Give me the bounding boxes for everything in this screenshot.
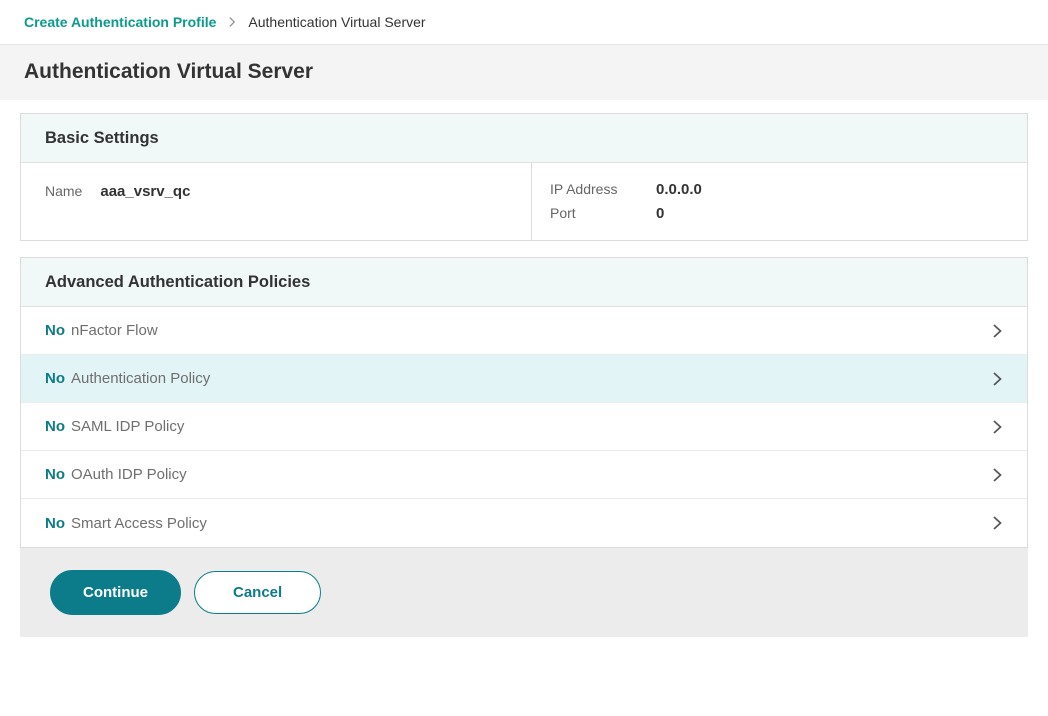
policy-row-nfactor-flow[interactable]: No nFactor Flow [21, 307, 1027, 355]
chevron-right-icon [226, 16, 238, 28]
advanced-policies-header: Advanced Authentication Policies [21, 258, 1027, 307]
ip-address-value: 0.0.0.0 [656, 181, 1009, 198]
basic-settings-body: Name aaa_vsrv_qc IP Address 0.0.0.0 Port… [21, 163, 1027, 240]
policy-label: OAuth IDP Policy [71, 466, 187, 483]
cancel-button[interactable]: Cancel [194, 571, 321, 614]
policy-label: SAML IDP Policy [71, 418, 184, 435]
chevron-right-icon [989, 515, 1005, 531]
policy-row-saml-idp-policy[interactable]: No SAML IDP Policy [21, 403, 1027, 451]
policy-count: No [45, 515, 65, 532]
policy-label: Authentication Policy [71, 370, 210, 387]
page-header: Authentication Virtual Server [0, 45, 1048, 100]
policy-label: nFactor Flow [71, 322, 158, 339]
policy-count: No [45, 466, 65, 483]
policy-row-smart-access-policy[interactable]: No Smart Access Policy [21, 499, 1027, 547]
chevron-right-icon [989, 323, 1005, 339]
breadcrumb-current-page: Authentication Virtual Server [248, 14, 425, 30]
advanced-policies-title: Advanced Authentication Policies [45, 273, 310, 292]
basic-settings-title: Basic Settings [45, 129, 159, 148]
policy-count: No [45, 322, 65, 339]
name-value: aaa_vsrv_qc [100, 183, 190, 200]
main-content: Basic Settings Name aaa_vsrv_qc IP Addre… [0, 100, 1048, 548]
policy-row-authentication-policy[interactable]: No Authentication Policy [21, 355, 1027, 403]
policy-row-oauth-idp-policy[interactable]: No OAuth IDP Policy [21, 451, 1027, 499]
breadcrumb: Create Authentication Profile Authentica… [0, 0, 1048, 45]
chevron-right-icon [989, 467, 1005, 483]
ip-address-label: IP Address [550, 181, 642, 198]
page-title: Authentication Virtual Server [24, 60, 1024, 84]
advanced-policies-card: Advanced Authentication Policies No nFac… [20, 257, 1028, 548]
basic-settings-card: Basic Settings Name aaa_vsrv_qc IP Addre… [20, 113, 1028, 241]
action-bar: Continue Cancel [20, 548, 1028, 637]
breadcrumb-link-create-authentication-profile[interactable]: Create Authentication Profile [24, 14, 216, 30]
continue-button[interactable]: Continue [50, 570, 181, 615]
name-field: Name aaa_vsrv_qc [21, 163, 531, 240]
name-label: Name [45, 183, 82, 199]
port-value: 0 [656, 205, 1009, 222]
app-window: Create Authentication Profile Authentica… [0, 0, 1048, 716]
chevron-right-icon [989, 371, 1005, 387]
policy-count: No [45, 418, 65, 435]
policy-label: Smart Access Policy [71, 515, 207, 532]
chevron-right-icon [989, 419, 1005, 435]
port-label: Port [550, 205, 642, 222]
address-fields: IP Address 0.0.0.0 Port 0 [531, 163, 1027, 240]
policy-count: No [45, 370, 65, 387]
basic-settings-header: Basic Settings [21, 114, 1027, 163]
